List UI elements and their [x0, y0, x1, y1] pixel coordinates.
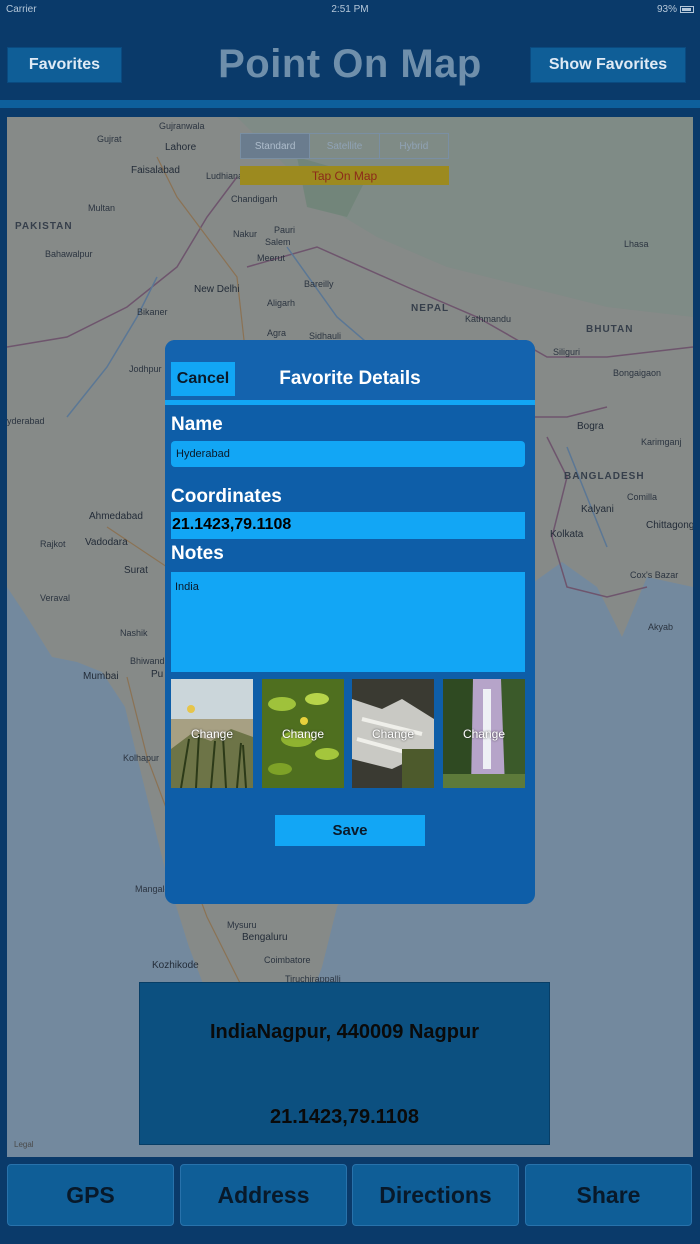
- change-photo-4-label: Change: [462, 727, 506, 741]
- address-panel: IndiaNagpur, 440009 Nagpur 21.1423,79.11…: [139, 982, 550, 1145]
- dialog-divider: [165, 400, 535, 405]
- segment-standard[interactable]: Standard: [241, 134, 311, 158]
- save-button[interactable]: Save: [275, 815, 425, 846]
- rapids-photo[interactable]: Change: [352, 679, 434, 788]
- address-text: IndiaNagpur, 440009 Nagpur: [210, 1021, 479, 1043]
- address-coordinates: 21.1423,79.1108: [269, 1106, 420, 1128]
- status-bar: Carrier 2:51 PM 93%: [0, 0, 700, 20]
- segment-hybrid[interactable]: Hybrid: [380, 134, 448, 158]
- coordinates-field[interactable]: 21.1423,79.1108: [171, 512, 525, 539]
- change-photo-3-label: Change: [371, 727, 415, 741]
- notes-field[interactable]: India: [171, 572, 525, 672]
- change-photo-1-label: Change: [190, 727, 234, 741]
- gps-button[interactable]: GPS: [7, 1164, 174, 1226]
- segment-satellite[interactable]: Satellite: [310, 134, 380, 158]
- dialog-title: Favorite Details: [279, 368, 421, 389]
- grass-photo[interactable]: Change: [171, 679, 253, 788]
- dialog-header: Cancel Favorite Details: [165, 340, 535, 400]
- bottom-toolbar: GPS Address Directions Share: [0, 1157, 700, 1244]
- leaves-photo[interactable]: Change: [262, 679, 344, 788]
- notes-label: Notes: [171, 543, 224, 564]
- name-field[interactable]: Hyderabad: [171, 441, 525, 467]
- clock: 2:51 PM: [331, 4, 369, 15]
- map-legal-link[interactable]: Legal: [14, 1140, 34, 1149]
- directions-button[interactable]: Directions: [352, 1164, 519, 1226]
- map-type-segmented-control[interactable]: Standard Satellite Hybrid: [240, 133, 449, 159]
- name-label: Name: [171, 414, 223, 435]
- photo-strip: Change Change Change Change: [171, 679, 525, 788]
- change-photo-2-label: Change: [281, 727, 325, 741]
- header-divider: [0, 100, 700, 108]
- battery-indicator: 93%: [657, 4, 694, 15]
- favorite-details-dialog: Cancel Favorite Details Name Hyderabad C…: [165, 340, 535, 904]
- nav-header: Favorites Point On Map Show Favorites: [0, 20, 700, 100]
- battery-icon: [680, 6, 694, 13]
- tap-on-map-banner: Tap On Map: [240, 166, 449, 185]
- coordinates-label: Coordinates: [171, 486, 282, 507]
- show-favorites-button[interactable]: Show Favorites: [530, 47, 686, 83]
- share-button[interactable]: Share: [525, 1164, 692, 1226]
- battery-percent: 93%: [656, 4, 677, 15]
- address-button[interactable]: Address: [180, 1164, 347, 1226]
- waterfall-photo[interactable]: Change: [443, 679, 525, 788]
